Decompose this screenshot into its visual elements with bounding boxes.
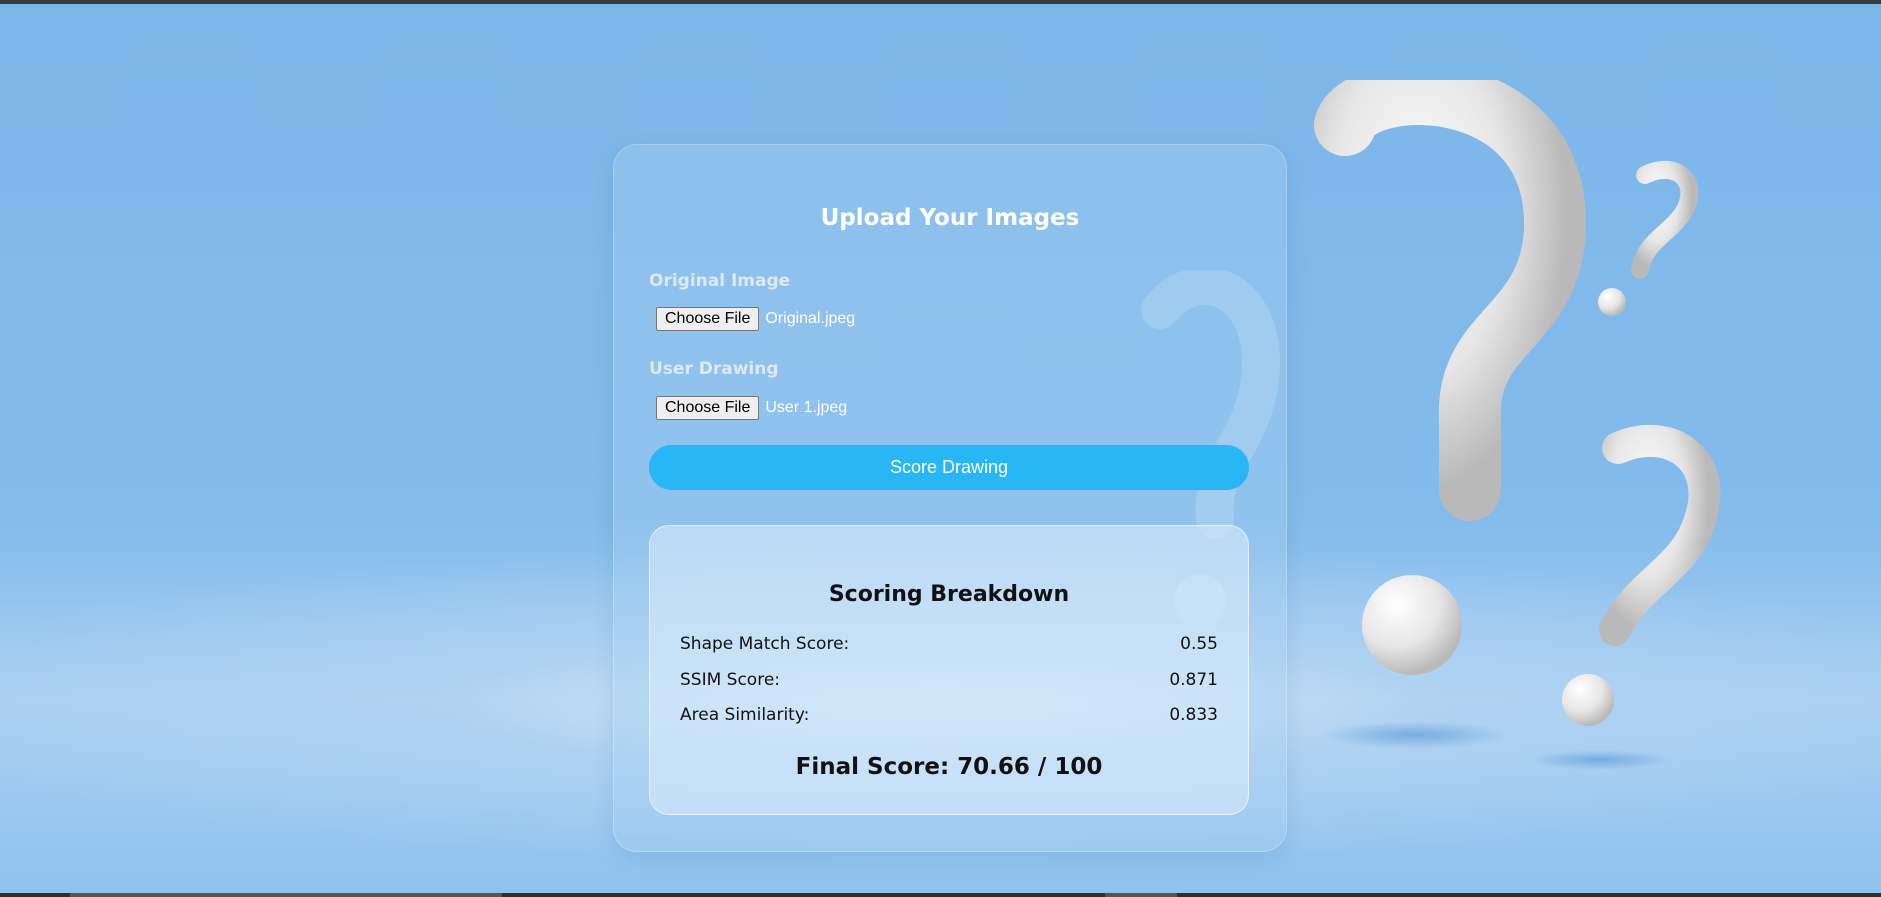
taskbar-strip xyxy=(0,893,1881,897)
breakdown-title: Scoring Breakdown xyxy=(828,582,1070,607)
score-row-label: Area Similarity: xyxy=(680,705,810,725)
original-file-name: Original.jpeg xyxy=(765,310,856,327)
score-row: Shape Match Score: 0.55 xyxy=(680,634,1218,654)
score-row-value: 0.833 xyxy=(1169,705,1218,725)
score-row-label: Shape Match Score: xyxy=(680,634,850,654)
original-choose-file-button[interactable]: Choose File xyxy=(656,307,760,331)
upload-title: Upload Your Images xyxy=(820,205,1080,231)
score-drawing-button[interactable]: Score Drawing xyxy=(649,445,1249,490)
score-row-label: SSIM Score: xyxy=(680,670,781,690)
taskbar-segment xyxy=(1105,893,1177,897)
scoring-breakdown-panel: Scoring Breakdown Shape Match Score: 0.5… xyxy=(649,525,1249,815)
drawing-file-name: User 1.jpeg xyxy=(765,399,848,416)
score-row: SSIM Score: 0.871 xyxy=(680,670,1218,690)
score-row-value: 0.55 xyxy=(1180,634,1218,654)
upload-card: Upload Your Images Original Image Choose… xyxy=(613,144,1287,852)
final-score-value: 70.66 xyxy=(957,754,1030,780)
user-drawing-label: User Drawing xyxy=(649,359,779,379)
final-score: Final Score: 70.66 / 100 xyxy=(650,754,1248,780)
score-row-value: 0.871 xyxy=(1169,670,1218,690)
final-score-suffix: / 100 xyxy=(1029,754,1103,780)
original-image-label: Original Image xyxy=(649,271,791,291)
user-drawing-file-input[interactable]: Choose File User 1.jpeg xyxy=(656,396,847,420)
drawing-choose-file-button[interactable]: Choose File xyxy=(656,396,760,420)
question-mark-decoration-icon xyxy=(1314,80,1721,770)
score-row: Area Similarity: 0.833 xyxy=(680,705,1218,725)
taskbar-segment xyxy=(70,893,502,897)
final-score-prefix: Final Score: xyxy=(795,754,958,780)
original-file-input[interactable]: Choose File Original.jpeg xyxy=(656,307,855,331)
